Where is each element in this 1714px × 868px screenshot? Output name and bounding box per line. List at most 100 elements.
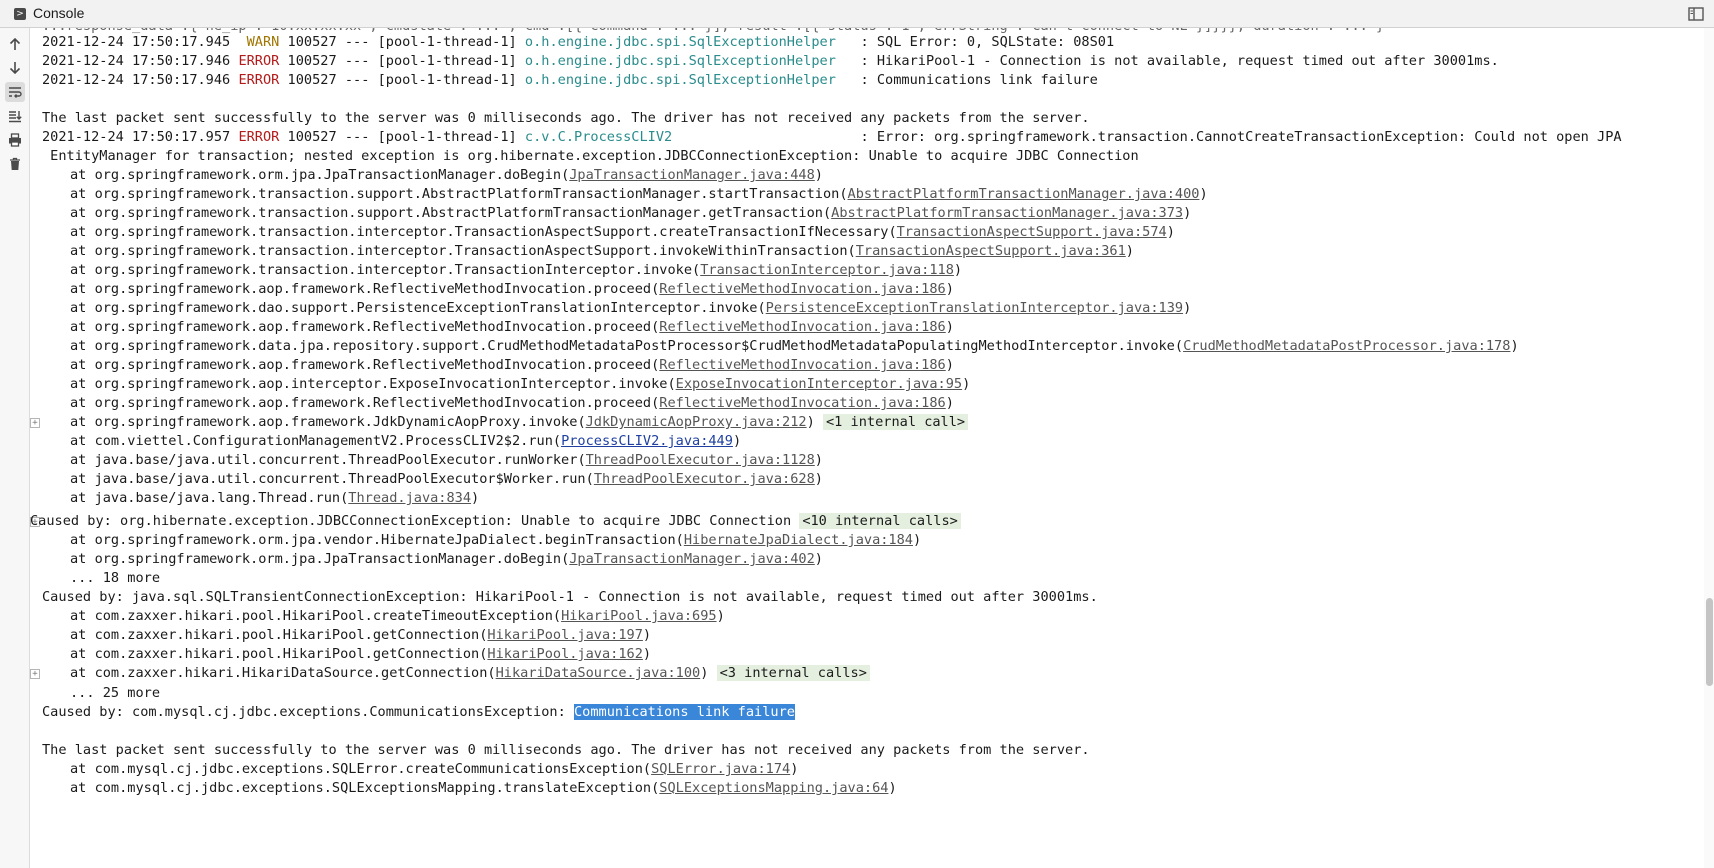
source-link[interactable]: TransactionAspectSupport.java:361 — [856, 243, 1126, 259]
frame-prefix: at — [70, 665, 95, 681]
source-link[interactable]: AbstractPlatformTransactionManager.java:… — [831, 205, 1183, 221]
frame-method: org.springframework.aop.framework.Reflec… — [94, 357, 652, 373]
source-link[interactable]: HibernateJpaDialect.java:184 — [684, 532, 913, 548]
stack-frame: at com.mysql.cj.jdbc.exceptions.SQLExcep… — [70, 780, 897, 796]
source-link[interactable]: ThreadPoolExecutor.java:1128 — [586, 452, 815, 468]
log-line-error-main: 2021-12-24 17:50:17.957 ERROR 100527 ---… — [42, 129, 1622, 145]
print-icon[interactable] — [5, 130, 25, 150]
log-thread: [pool-1-thread-1] — [377, 53, 517, 69]
log-message: : HikariPool-1 - Connection is not avail… — [852, 53, 1499, 69]
internal-calls-badge[interactable]: <10 internal calls> — [799, 513, 961, 529]
frame-prefix: at — [70, 243, 95, 259]
console-output[interactable]: ...response_data":{"ne_ip":"10.xx.xx.xx"… — [30, 28, 1704, 868]
source-link[interactable]: SQLExceptionsMapping.java:64 — [659, 780, 888, 796]
log-line: 2021-12-24 17:50:17.945 WARN 100527 --- … — [42, 32, 1114, 53]
frame-method: org.springframework.aop.framework.Reflec… — [94, 281, 652, 297]
source-link[interactable]: CrudMethodMetadataPostProcessor.java:178 — [1183, 338, 1510, 354]
log-level: ERROR — [238, 72, 280, 88]
frame-method: org.springframework.dao.support.Persiste… — [94, 300, 758, 316]
selected-text[interactable]: Communications link failure — [573, 704, 795, 720]
stack-frame: at com.zaxxer.hikari.pool.HikariPool.get… — [70, 627, 652, 643]
log-logger[interactable]: o.h.engine.jdbc.spi.SqlExceptionHelper — [525, 53, 852, 69]
console-icon: > — [14, 8, 26, 20]
log-separator: --- — [336, 53, 378, 69]
source-link[interactable]: HikariPool.java:695 — [561, 608, 717, 624]
frame-method: com.zaxxer.hikari.pool.HikariPool.getCon… — [94, 646, 480, 662]
stack-frame: at org.springframework.aop.framework.Ref… — [70, 395, 954, 411]
layout-toggle-icon[interactable] — [1688, 7, 1704, 21]
expand-internal-calls-icon[interactable]: + — [30, 418, 40, 428]
console-toolbar — [0, 28, 30, 868]
source-link[interactable]: ThreadPoolExecutor.java:628 — [594, 471, 815, 487]
source-link[interactable]: ReflectiveMethodInvocation.java:186 — [659, 319, 945, 335]
frame-method: com.zaxxer.hikari.pool.HikariPool.create… — [94, 608, 553, 624]
down-arrow-icon[interactable] — [5, 58, 25, 78]
frame-prefix: at — [70, 471, 95, 487]
source-link[interactable]: ReflectiveMethodInvocation.java:186 — [659, 395, 945, 411]
console-title: Console — [33, 5, 85, 21]
frame-method: com.mysql.cj.jdbc.exceptions.SQLExceptio… — [94, 780, 652, 796]
log-logger[interactable]: o.h.engine.jdbc.spi.SqlExceptionHelper — [525, 34, 852, 50]
frame-method: org.springframework.orm.jpa.vendor.Hiber… — [94, 532, 676, 548]
source-link[interactable]: ReflectiveMethodInvocation.java:186 — [659, 281, 945, 297]
source-link[interactable]: Thread.java:834 — [348, 490, 471, 506]
frame-prefix: at — [70, 532, 95, 548]
frame-method: java.base/java.util.concurrent.ThreadPoo… — [94, 471, 586, 487]
scroll-to-end-icon[interactable] — [5, 106, 25, 126]
frame-method: org.springframework.data.jpa.repository.… — [94, 338, 1175, 354]
frame-method: org.springframework.aop.interceptor.Expo… — [94, 376, 668, 392]
stack-frame: at org.springframework.aop.framework.Ref… — [70, 357, 954, 373]
frame-method: org.springframework.orm.jpa.JpaTransacti… — [94, 167, 562, 183]
source-link[interactable]: AbstractPlatformTransactionManager.java:… — [848, 186, 1200, 202]
source-link[interactable]: ProcessCLIV2.java:449 — [561, 433, 733, 449]
soft-wrap-icon[interactable] — [5, 82, 25, 102]
frame-prefix: at — [70, 452, 95, 468]
source-link[interactable]: HikariPool.java:197 — [487, 627, 643, 643]
more-frames: ... 18 more — [70, 570, 161, 586]
log-timestamp: 2021-12-24 17:50:17.945 — [42, 34, 231, 50]
caused-by-line: Caused by: org.hibernate.exception.JDBCC… — [30, 511, 961, 532]
stack-frame: at org.springframework.aop.interceptor.E… — [70, 376, 971, 392]
source-link[interactable]: HikariDataSource.java:100 — [496, 665, 701, 681]
frame-method: org.springframework.transaction.support.… — [94, 205, 823, 221]
log-logger[interactable]: c.v.C.ProcessCLIV2 — [525, 129, 852, 145]
packet-message: The last packet sent successfully to the… — [42, 742, 1090, 758]
log-separator: --- — [336, 34, 378, 50]
log-thread: [pool-1-thread-1] — [377, 34, 517, 50]
source-link[interactable]: PersistenceExceptionTranslationIntercept… — [766, 300, 1183, 316]
log-line: 2021-12-24 17:50:17.946 ERROR 100527 ---… — [42, 51, 1499, 72]
frame-method: org.springframework.transaction.intercep… — [94, 243, 848, 259]
internal-calls-badge[interactable]: <1 internal call> — [822, 414, 969, 430]
source-link[interactable]: JdkDynamicAopProxy.java:212 — [586, 414, 807, 430]
source-link[interactable]: ReflectiveMethodInvocation.java:186 — [659, 357, 945, 373]
frame-method: org.springframework.transaction.intercep… — [94, 224, 889, 240]
source-link[interactable]: TransactionInterceptor.java:118 — [700, 262, 954, 278]
source-link[interactable]: JpaTransactionManager.java:448 — [569, 167, 815, 183]
internal-calls-badge[interactable]: <3 internal calls> — [716, 665, 870, 681]
stack-frame: at org.springframework.dao.support.Persi… — [70, 300, 1192, 316]
stack-frame: at org.springframework.orm.jpa.JpaTransa… — [70, 167, 823, 183]
source-link[interactable]: JpaTransactionManager.java:402 — [569, 551, 815, 567]
log-level: ERROR — [238, 129, 280, 145]
stack-frame: at com.zaxxer.hikari.pool.HikariPool.cre… — [70, 608, 725, 624]
frame-prefix: at — [70, 281, 95, 297]
vertical-scrollbar[interactable] — [1704, 28, 1714, 868]
frame-prefix: at — [70, 490, 95, 506]
log-logger[interactable]: o.h.engine.jdbc.spi.SqlExceptionHelper — [525, 72, 852, 88]
log-message: : SQL Error: 0, SQLState: 08S01 — [852, 34, 1115, 50]
source-link[interactable]: ExposeInvocationInterceptor.java:95 — [676, 376, 962, 392]
frame-prefix: at — [70, 319, 95, 335]
log-pid: 100527 — [287, 53, 337, 69]
trash-icon[interactable] — [5, 154, 25, 174]
up-arrow-icon[interactable] — [5, 34, 25, 54]
source-link[interactable]: SQLError.java:174 — [651, 761, 790, 777]
expand-internal-calls-icon[interactable]: + — [30, 669, 40, 679]
frame-prefix: at — [70, 376, 95, 392]
scrollbar-thumb[interactable] — [1706, 598, 1713, 686]
stack-frame: at org.springframework.transaction.inter… — [70, 243, 1134, 259]
source-link[interactable]: HikariPool.java:162 — [487, 646, 643, 662]
stack-frame: at org.springframework.data.jpa.reposito… — [70, 338, 1519, 354]
stack-frame: at java.base/java.util.concurrent.Thread… — [70, 452, 823, 468]
source-link[interactable]: TransactionAspectSupport.java:574 — [897, 224, 1167, 240]
frame-prefix: at — [70, 646, 95, 662]
